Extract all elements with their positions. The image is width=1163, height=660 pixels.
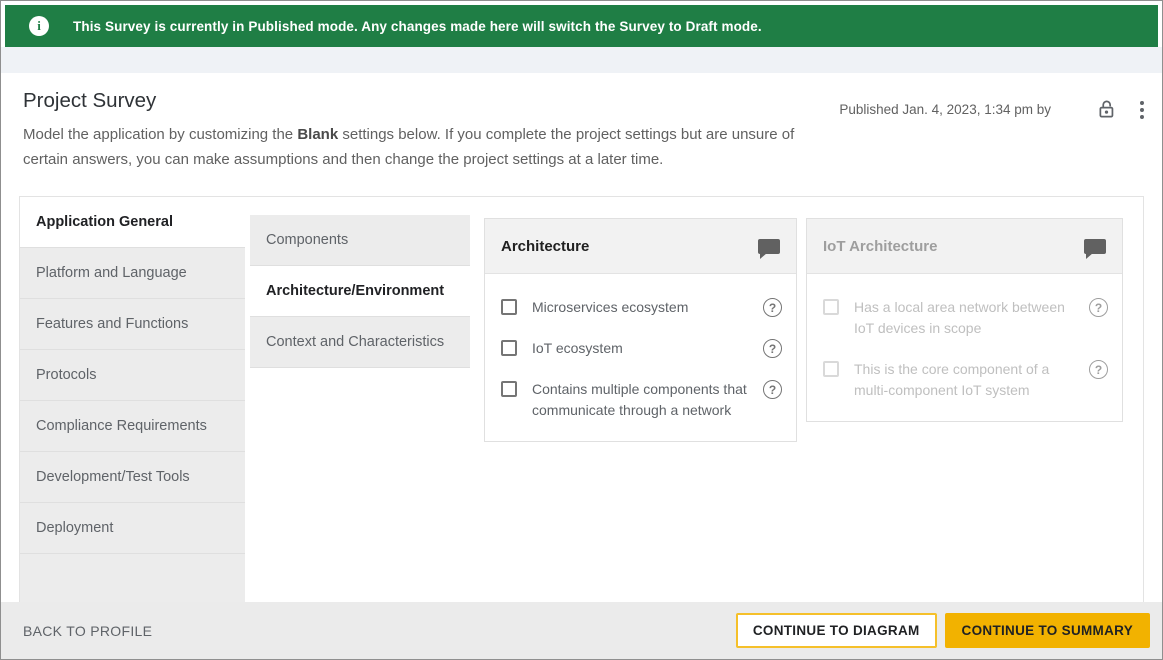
tab-platform-and-language[interactable]: Platform and Language bbox=[20, 248, 245, 299]
question-row: Microservices ecosystem ? bbox=[501, 297, 782, 318]
kebab-menu-icon[interactable] bbox=[1138, 97, 1146, 123]
question-label: Microservices ecosystem bbox=[532, 297, 753, 318]
header-meta: Published Jan. 4, 2023, 1:34 pm by bbox=[839, 97, 1146, 123]
iot-architecture-card-body: Has a local area network between IoT dev… bbox=[807, 274, 1122, 421]
checkbox-core-component bbox=[823, 361, 839, 377]
question-label: Contains multiple components that commun… bbox=[532, 379, 753, 421]
question-row: Has a local area network between IoT dev… bbox=[823, 297, 1108, 339]
tab-development-test-tools[interactable]: Development/Test Tools bbox=[20, 452, 245, 503]
secondary-nav: Components Architecture/Environment Cont… bbox=[250, 197, 470, 602]
continue-to-diagram-button[interactable]: CONTINUE TO DIAGRAM bbox=[736, 613, 937, 648]
tab-protocols[interactable]: Protocols bbox=[20, 350, 245, 401]
checkbox-multiple-components[interactable] bbox=[501, 381, 517, 397]
question-row: IoT ecosystem ? bbox=[501, 338, 782, 359]
published-mode-banner: i This Survey is currently in Published … bbox=[5, 5, 1158, 47]
description-part: Model the application by customizing the bbox=[23, 126, 297, 143]
info-icon: i bbox=[29, 16, 49, 36]
tab-components[interactable]: Components bbox=[250, 215, 470, 266]
comment-icon[interactable] bbox=[758, 239, 780, 254]
tab-compliance-requirements[interactable]: Compliance Requirements bbox=[20, 401, 245, 452]
question-label: Has a local area network between IoT dev… bbox=[854, 297, 1079, 339]
help-icon[interactable]: ? bbox=[1089, 298, 1108, 317]
description-bold: Blank bbox=[297, 126, 338, 143]
card-title: Architecture bbox=[501, 238, 758, 255]
tab-context-and-characteristics[interactable]: Context and Characteristics bbox=[250, 317, 470, 368]
architecture-card: Architecture Microservices ecosystem ? I… bbox=[484, 218, 797, 442]
tab-application-general[interactable]: Application General bbox=[20, 197, 245, 248]
question-label: IoT ecosystem bbox=[532, 338, 753, 359]
survey-header: Project Survey Model the application by … bbox=[1, 73, 1162, 196]
architecture-card-body: Microservices ecosystem ? IoT ecosystem … bbox=[485, 274, 796, 441]
architecture-card-header: Architecture bbox=[485, 219, 796, 274]
lock-open-icon[interactable] bbox=[1095, 98, 1118, 121]
help-icon[interactable]: ? bbox=[1089, 360, 1108, 379]
question-row: Contains multiple components that commun… bbox=[501, 379, 782, 421]
published-timestamp: Published Jan. 4, 2023, 1:34 pm by bbox=[839, 102, 1051, 117]
iot-architecture-card: IoT Architecture Has a local area networ… bbox=[806, 218, 1123, 422]
checkbox-iot-ecosystem[interactable] bbox=[501, 340, 517, 356]
banner-message: This Survey is currently in Published mo… bbox=[73, 19, 762, 34]
question-label: This is the core component of a multi-co… bbox=[854, 359, 1079, 401]
primary-nav: Application General Platform and Languag… bbox=[20, 197, 245, 602]
checkbox-local-area-network bbox=[823, 299, 839, 315]
checkbox-microservices[interactable] bbox=[501, 299, 517, 315]
iot-architecture-card-header: IoT Architecture bbox=[807, 219, 1122, 274]
question-row: This is the core component of a multi-co… bbox=[823, 359, 1108, 401]
main-area: Project Survey Model the application by … bbox=[1, 73, 1162, 602]
tab-architecture-environment[interactable]: Architecture/Environment bbox=[250, 266, 470, 317]
continue-to-summary-button[interactable]: CONTINUE TO SUMMARY bbox=[945, 613, 1150, 648]
page-description: Model the application by customizing the… bbox=[23, 122, 828, 172]
question-cards-area: Architecture Microservices ecosystem ? I… bbox=[470, 197, 1143, 602]
page-gap bbox=[1, 47, 1162, 73]
help-icon[interactable]: ? bbox=[763, 380, 782, 399]
tab-deployment[interactable]: Deployment bbox=[20, 503, 245, 554]
banner-wrap: i This Survey is currently in Published … bbox=[1, 1, 1162, 47]
help-icon[interactable]: ? bbox=[763, 339, 782, 358]
back-to-profile-button[interactable]: BACK TO PROFILE bbox=[23, 615, 152, 647]
help-icon[interactable]: ? bbox=[763, 298, 782, 317]
comment-icon[interactable] bbox=[1084, 239, 1106, 254]
card-title: IoT Architecture bbox=[823, 238, 1084, 255]
tab-features-and-functions[interactable]: Features and Functions bbox=[20, 299, 245, 350]
survey-panel: Application General Platform and Languag… bbox=[19, 196, 1144, 602]
footer-bar: BACK TO PROFILE CONTINUE TO DIAGRAM CONT… bbox=[1, 602, 1162, 659]
